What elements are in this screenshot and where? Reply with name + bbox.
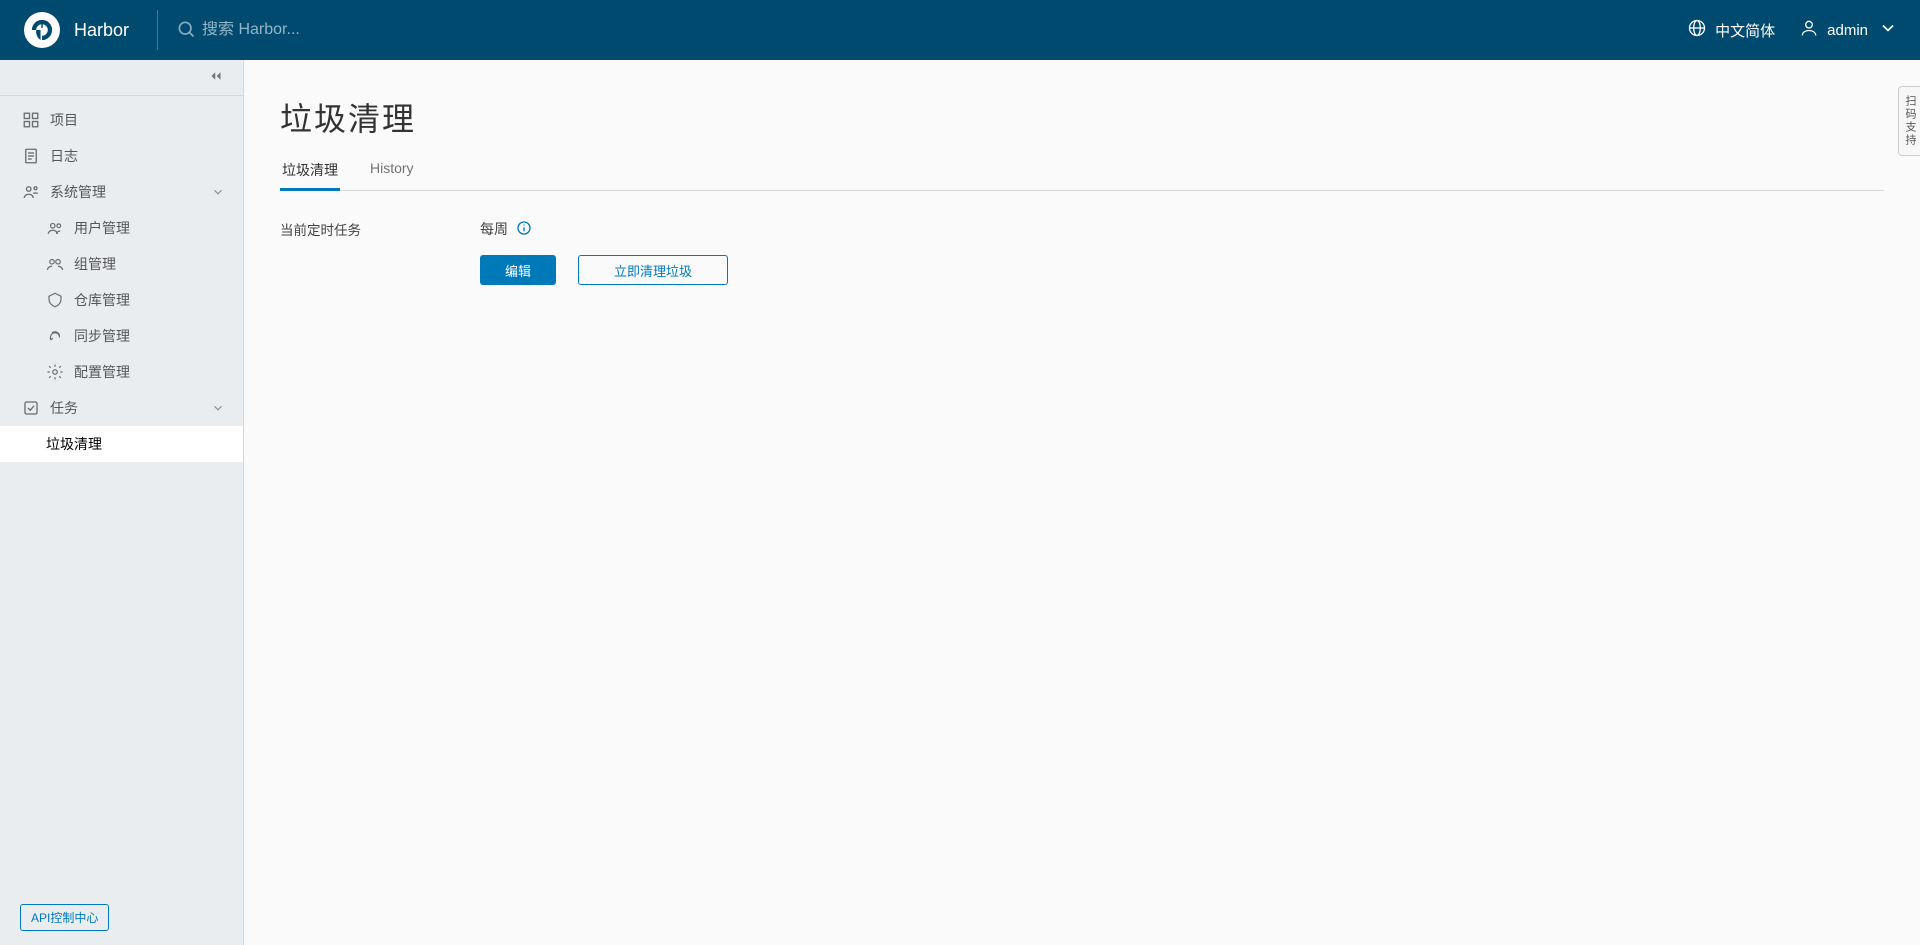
- sidebar-item-label: 日志: [50, 146, 78, 166]
- groups-icon: [46, 255, 64, 273]
- side-float-tab[interactable]: 扫码支持: [1898, 86, 1920, 156]
- user-label: admin: [1827, 22, 1868, 39]
- schedule-value-group: 每周: [480, 219, 532, 239]
- sidebar-item-label: 仓库管理: [74, 290, 130, 310]
- globe-icon: [1687, 18, 1707, 42]
- sidebar-item-users[interactable]: 用户管理: [0, 210, 243, 246]
- schedule-label: 当前定时任务: [280, 219, 480, 239]
- logs-icon: [22, 147, 40, 165]
- gc-now-button[interactable]: 立即清理垃圾: [578, 255, 728, 285]
- brand-name: Harbor: [74, 20, 129, 41]
- gear-icon: [46, 363, 64, 381]
- sidebar-collapse-bar[interactable]: [0, 60, 243, 96]
- schedule-row: 当前定时任务 每周: [280, 219, 1884, 239]
- user-menu[interactable]: admin: [1799, 18, 1898, 42]
- app-header: Harbor 中文简体 admin: [0, 0, 1920, 60]
- page-title: 垃圾清理: [280, 94, 1884, 140]
- brand[interactable]: Harbor: [0, 0, 153, 60]
- sidebar-group-label: 系统管理: [50, 182, 106, 202]
- api-explorer-button[interactable]: API控制中心: [20, 904, 109, 931]
- language-label: 中文简体: [1715, 20, 1775, 41]
- chevron-down-icon: [211, 401, 225, 415]
- sidebar-item-logs[interactable]: 日志: [0, 138, 243, 174]
- action-buttons: 编辑 立即清理垃圾: [480, 255, 1884, 285]
- sidebar-nav: 项目 日志 系统管理 用户管理 组管理: [0, 96, 243, 890]
- sidebar-group-label: 任务: [50, 398, 78, 418]
- info-icon[interactable]: [516, 220, 532, 239]
- sidebar-item-label: 同步管理: [74, 326, 130, 346]
- tab-gc[interactable]: 垃圾清理: [280, 152, 340, 190]
- search-input[interactable]: [202, 21, 462, 39]
- tab-history[interactable]: History: [368, 152, 416, 190]
- sidebar-item-label: 配置管理: [74, 362, 130, 382]
- header-divider: [157, 10, 158, 50]
- sidebar-item-garbage-collection[interactable]: 垃圾清理: [0, 426, 243, 462]
- schedule-value: 每周: [480, 219, 508, 239]
- sidebar-item-registries[interactable]: 仓库管理: [0, 282, 243, 318]
- chevron-down-icon: [211, 185, 225, 199]
- sidebar-group-system[interactable]: 系统管理: [0, 174, 243, 210]
- sidebar-item-groups[interactable]: 组管理: [0, 246, 243, 282]
- sidebar-item-label: 项目: [50, 110, 78, 130]
- header-right: 中文简体 admin: [1687, 18, 1920, 42]
- user-icon: [1799, 18, 1819, 42]
- main-content: 垃圾清理 垃圾清理 History 当前定时任务 每周 编辑 立即清理垃圾: [244, 60, 1920, 945]
- registry-icon: [46, 291, 64, 309]
- sidebar-item-label: 用户管理: [74, 218, 130, 238]
- app-body: 项目 日志 系统管理 用户管理 组管理: [0, 60, 1920, 945]
- tasks-icon: [22, 399, 40, 417]
- projects-icon: [22, 111, 40, 129]
- edit-button[interactable]: 编辑: [480, 255, 556, 285]
- replication-icon: [46, 327, 64, 345]
- sidebar-item-configuration[interactable]: 配置管理: [0, 354, 243, 390]
- global-search[interactable]: [176, 19, 462, 42]
- chevron-down-icon: [1876, 18, 1898, 42]
- search-icon: [176, 19, 202, 42]
- chevron-double-left-icon: [207, 67, 225, 88]
- users-icon: [46, 219, 64, 237]
- tabs: 垃圾清理 History: [280, 152, 1884, 191]
- sidebar: 项目 日志 系统管理 用户管理 组管理: [0, 60, 244, 945]
- admin-icon: [22, 183, 40, 201]
- harbor-logo-icon: [24, 12, 60, 48]
- sidebar-item-label: 组管理: [74, 254, 116, 274]
- sidebar-group-tasks[interactable]: 任务: [0, 390, 243, 426]
- sidebar-item-replications[interactable]: 同步管理: [0, 318, 243, 354]
- sidebar-item-label: 垃圾清理: [46, 434, 102, 454]
- sidebar-item-projects[interactable]: 项目: [0, 102, 243, 138]
- sidebar-footer: API控制中心: [0, 890, 243, 945]
- language-switcher[interactable]: 中文简体: [1687, 18, 1775, 42]
